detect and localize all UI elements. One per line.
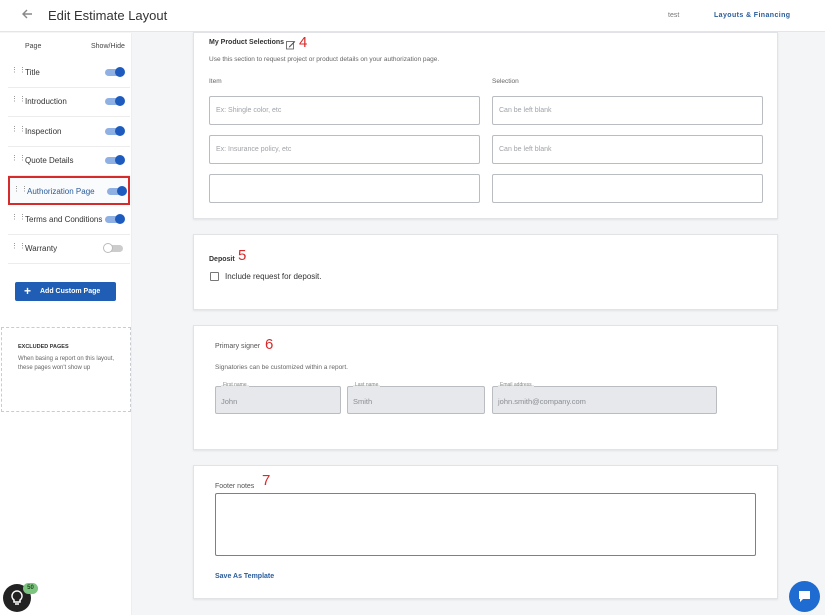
sidebar-item-label: Warranty [25,244,58,253]
annotation-marker-7: 7 [262,472,271,489]
sidebar-item-label: Inspection [25,127,62,136]
product-selections-card: My Product Selections 4 Use this section… [193,32,778,219]
annotation-marker-5: 5 [238,247,247,264]
show-hide-toggle[interactable] [105,214,125,224]
add-custom-page-label: Add Custom Page [40,288,101,295]
add-custom-page-button[interactable]: + Add Custom Page [15,282,116,301]
annotation-marker-4: 4 [299,34,308,51]
signer-description: Signatories can be customized within a r… [215,364,348,371]
last-name-field: Last name Smith [347,382,485,414]
primary-signer-title: Primary signer [215,343,261,350]
sidebar-item-label: Terms and Conditions [25,215,103,224]
footer-notes-title: Footer notes [215,483,255,490]
item-input-3[interactable] [209,174,480,203]
top-bar: Edit Estimate Layout test Layouts & Fina… [0,0,825,32]
product-selections-title: My Product Selections [209,39,285,46]
primary-signer-card: Primary signer 6 Signatories can be cust… [193,325,778,450]
chat-icon [799,591,810,602]
excluded-pages-title: EXCLUDED PAGES [18,344,69,350]
save-as-template-link[interactable]: Save As Template [215,573,274,580]
selection-input-1[interactable]: Can be left blank [492,96,763,125]
page-column-header: Page [25,43,42,50]
sidebar-item-inspection[interactable]: ⋮⋮ Inspection [8,118,130,147]
show-hide-toggle[interactable] [105,67,125,77]
last-name-label: Last name [353,382,381,388]
toggle-knob [103,243,113,253]
toggle-knob [115,155,125,165]
back-arrow-icon[interactable] [20,7,36,23]
selection-input-1-placeholder: Can be left blank [499,107,552,114]
edit-icon[interactable] [286,37,296,55]
sidebar-item-authorization-page[interactable]: ⋮⋮ Authorization Page [8,176,130,205]
selection-column-header: Selection [492,78,519,85]
sidebar-item-introduction[interactable]: ⋮⋮ Introduction [8,88,130,117]
sidebar-item-label: Authorization Page [27,187,95,196]
drag-handle-icon[interactable]: ⋮⋮ [11,126,26,133]
page-title: Edit Estimate Layout [48,8,168,23]
sidebar-item-label: Quote Details [25,156,74,165]
drag-handle-icon[interactable]: ⋮⋮ [11,243,26,250]
drag-handle-icon[interactable]: ⋮⋮ [11,96,26,103]
excluded-pages-text: When basing a report on this layout, the… [18,356,115,371]
item-input-2-placeholder: Ex: Insurance policy, etc [216,146,292,153]
deposit-card: Deposit 5 Include request for deposit. [193,234,778,310]
user-label: test [668,12,680,19]
show-hide-column-header: Show/Hide [91,43,125,50]
excluded-pages-dropzone[interactable]: EXCLUDED PAGES When basing a report on t… [1,327,131,412]
selection-input-2[interactable]: Can be left blank [492,135,763,164]
email-label: Email address [498,382,534,388]
toggle-knob [115,126,125,136]
drag-handle-icon[interactable]: ⋮⋮ [11,214,26,221]
sidebar-item-terms-and-conditions[interactable]: ⋮⋮ Terms and Conditions [8,206,130,235]
first-name-field: First name John [215,382,341,414]
drag-handle-icon[interactable]: ⋮⋮ [13,186,28,193]
plus-icon: + [24,284,32,298]
sidebar-item-warranty[interactable]: ⋮⋮ Warranty [8,235,130,264]
sidebar-item-label: Title [25,68,40,77]
annotation-marker-6: 6 [265,336,274,353]
toggle-knob [115,67,125,77]
item-input-1-placeholder: Ex: Shingle color, etc [216,107,282,114]
layouts-financing-link[interactable]: Layouts & Financing [714,12,790,19]
footer-notes-card: Footer notes 7 Save As Template [193,465,778,599]
deposit-checkbox-label[interactable]: Include request for deposit. [225,272,322,281]
toggle-knob [115,96,125,106]
email-value: john.smith@company.com [498,397,586,406]
show-hide-toggle[interactable] [105,126,125,136]
deposit-title: Deposit [209,256,235,263]
sidebar-item-label: Introduction [25,97,67,106]
sidebar: Page Show/Hide ⋮⋮ Title ⋮⋮ Introduction ⋮⋮ In… [0,33,132,615]
toggle-knob [117,186,127,196]
first-name-label: First name [221,382,249,388]
item-column-header: Item [209,78,222,85]
selection-input-3[interactable] [492,174,763,203]
item-input-1[interactable]: Ex: Shingle color, etc [209,96,480,125]
help-count-badge: 50 [23,583,38,594]
show-hide-toggle[interactable] [105,155,125,165]
first-name-value: John [221,397,238,406]
chat-button[interactable] [789,581,820,612]
email-field: Email address john.smith@company.com [492,382,717,414]
toggle-knob [115,214,125,224]
item-input-2[interactable]: Ex: Insurance policy, etc [209,135,480,164]
show-hide-toggle[interactable] [105,96,125,106]
deposit-checkbox[interactable] [210,272,219,281]
show-hide-toggle[interactable] [103,243,123,253]
last-name-value: Smith [353,397,373,406]
sidebar-item-quote-details[interactable]: ⋮⋮ Quote Details [8,147,130,176]
sidebar-item-title[interactable]: ⋮⋮ Title [8,59,130,88]
drag-handle-icon[interactable]: ⋮⋮ [11,155,26,162]
product-selections-description: Use this section to request project or p… [209,56,440,63]
show-hide-toggle[interactable] [107,186,127,196]
selection-input-2-placeholder: Can be left blank [499,146,552,153]
footer-notes-textarea[interactable] [215,493,756,556]
drag-handle-icon[interactable]: ⋮⋮ [11,67,26,74]
lightbulb-icon [11,590,23,605]
